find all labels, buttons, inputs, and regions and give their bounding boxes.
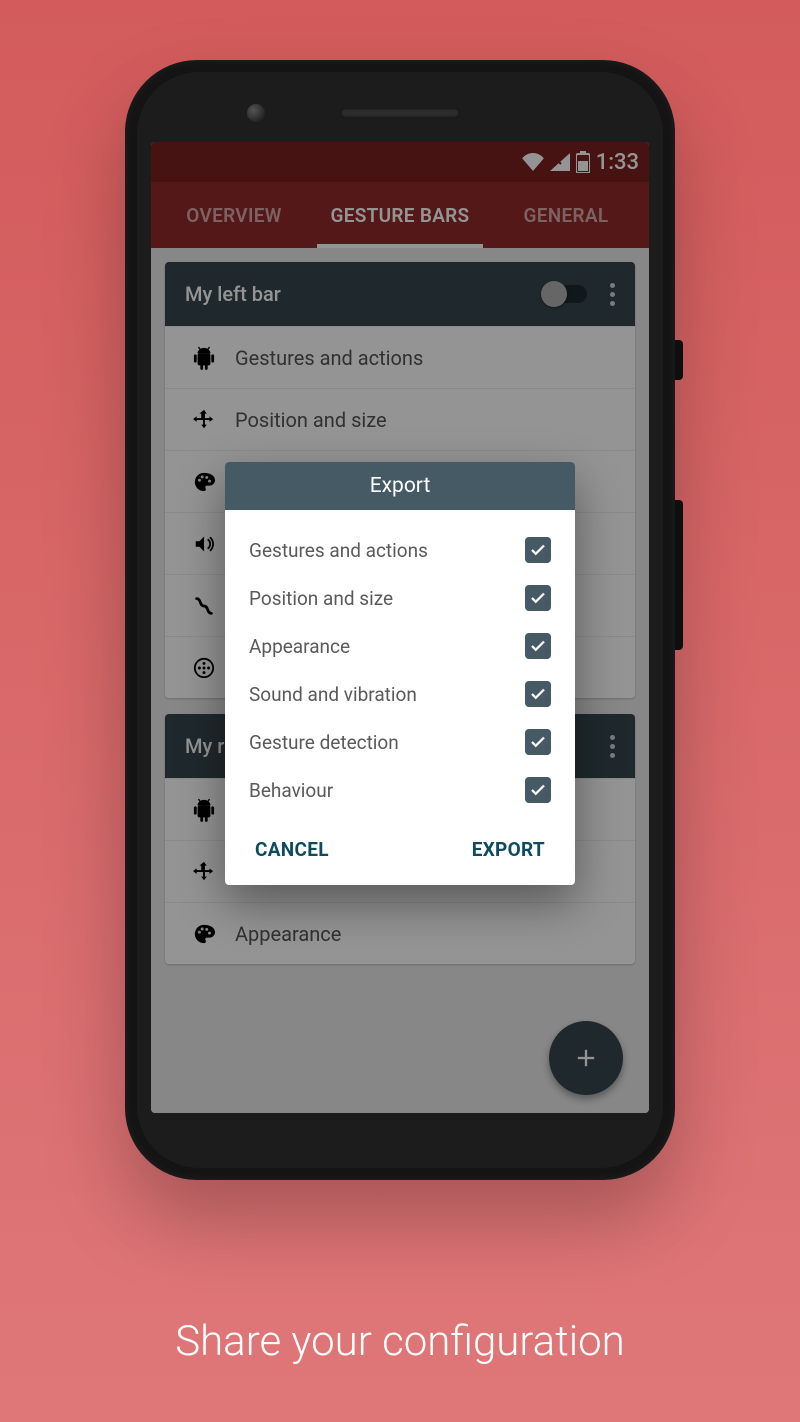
- phone-frame: 1:33 OVERVIEW GESTURE BARS GENERAL My le…: [125, 60, 675, 1180]
- checkbox-checked-icon[interactable]: [525, 633, 551, 659]
- power-button: [675, 340, 683, 380]
- export-option-gestures[interactable]: Gestures and actions: [249, 526, 551, 574]
- option-label: Sound and vibration: [249, 683, 417, 706]
- cancel-button[interactable]: CANCEL: [251, 832, 333, 867]
- earpiece: [340, 108, 460, 118]
- promo-caption: Share your configuration: [0, 1317, 800, 1366]
- volume-button: [675, 500, 683, 650]
- checkbox-checked-icon[interactable]: [525, 777, 551, 803]
- front-camera: [247, 104, 265, 122]
- export-option-position[interactable]: Position and size: [249, 574, 551, 622]
- checkbox-checked-icon[interactable]: [525, 729, 551, 755]
- checkbox-checked-icon[interactable]: [525, 585, 551, 611]
- dialog-actions: CANCEL EXPORT: [225, 822, 575, 885]
- dialog-title: Export: [225, 462, 575, 510]
- export-dialog: Export Gestures and actions Position and…: [225, 462, 575, 885]
- option-label: Gestures and actions: [249, 539, 428, 562]
- option-label: Gesture detection: [249, 731, 399, 754]
- export-option-behaviour[interactable]: Behaviour: [249, 766, 551, 814]
- screen: 1:33 OVERVIEW GESTURE BARS GENERAL My le…: [151, 142, 649, 1113]
- option-label: Behaviour: [249, 779, 333, 802]
- export-option-detection[interactable]: Gesture detection: [249, 718, 551, 766]
- export-option-sound[interactable]: Sound and vibration: [249, 670, 551, 718]
- option-label: Position and size: [249, 587, 393, 610]
- option-label: Appearance: [249, 635, 350, 658]
- checkbox-checked-icon[interactable]: [525, 537, 551, 563]
- export-option-appearance[interactable]: Appearance: [249, 622, 551, 670]
- export-button[interactable]: EXPORT: [468, 832, 549, 867]
- dialog-body: Gestures and actions Position and size A…: [225, 510, 575, 822]
- checkbox-checked-icon[interactable]: [525, 681, 551, 707]
